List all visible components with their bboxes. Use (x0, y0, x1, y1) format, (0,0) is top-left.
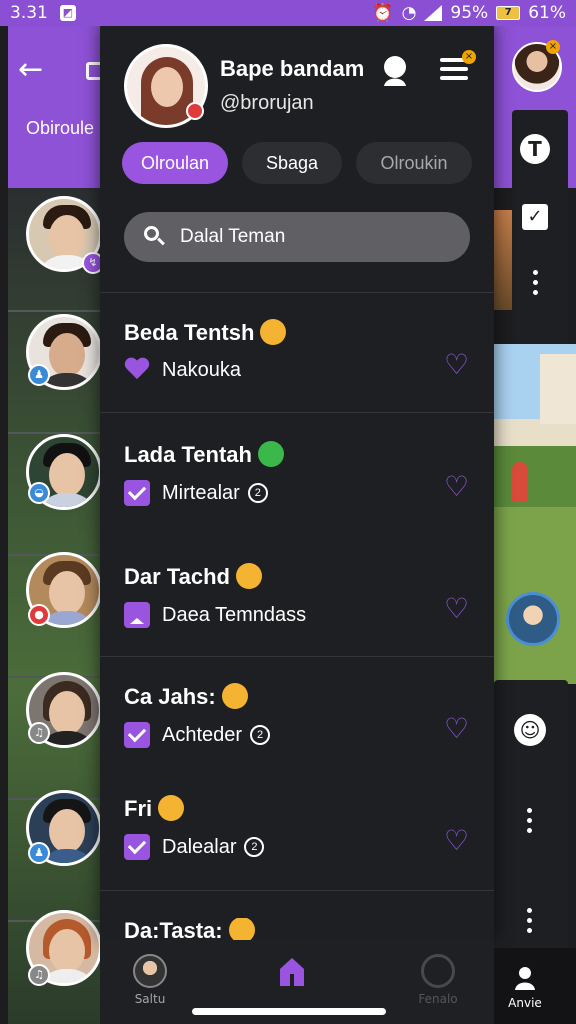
checkbox-icon[interactable] (124, 834, 150, 860)
emoji-icon (221, 683, 248, 710)
home-icon (280, 958, 304, 986)
more-options-icon[interactable] (527, 908, 533, 938)
contact-row[interactable]: Lada Tentah Mirtealar 2 ♡ (100, 441, 494, 562)
more-options-icon[interactable] (533, 270, 539, 300)
back-arrow-icon[interactable]: ← (18, 52, 43, 87)
favorite-heart-icon[interactable]: ♡ (444, 348, 469, 381)
online-friend-avatar[interactable] (506, 592, 560, 646)
nav-label: Fenalo (418, 992, 458, 1006)
wifi-icon: ◔ (401, 3, 417, 23)
count-badge: 2 (250, 725, 271, 745)
contact-status: Nakouka (162, 358, 241, 381)
up-arrow-icon[interactable] (124, 602, 150, 628)
nav-item-saltu[interactable]: Saltu (120, 954, 180, 1006)
status-badge-icon: ♟ (28, 842, 50, 864)
home-indicator (192, 1008, 386, 1015)
contact-name: Beda Tentsh (124, 319, 287, 347)
count-badge: 2 (247, 483, 268, 503)
status-badge-icon: ♟ (28, 364, 50, 386)
battery-percent: 95% (450, 3, 489, 23)
profile-drawer: Bape bandam @brorujan × Olroulan Sbaga O… (100, 22, 494, 940)
contact-name: Da:Tasta: (124, 918, 255, 940)
nav-item-home[interactable] (262, 954, 322, 995)
contact-row[interactable]: Fri Dalealar 2 ♡ (100, 795, 494, 916)
nav-item-fenalo[interactable]: Fenalo (408, 954, 468, 1006)
status-badge-icon: ● (28, 604, 50, 626)
text-format-icon[interactable]: T (520, 134, 550, 164)
profile-circle-icon (421, 954, 455, 988)
nav-label: Saltu (134, 992, 166, 1006)
signal-icon (424, 5, 443, 21)
status-badge-icon: ♫ (28, 722, 50, 744)
search-input[interactable] (180, 226, 440, 248)
alarm-icon: ⏰ (372, 3, 394, 23)
contact-status: Achteder (162, 723, 243, 746)
status-bar: 3.31 ◩ ⏰ ◔ 95% 7 61% (0, 0, 576, 26)
favorite-heart-icon[interactable]: ♡ (444, 824, 469, 857)
contact-row[interactable]: Ca Jahs: Achteder 2 ♡ (100, 683, 494, 804)
contact-row[interactable]: Beda Tentsh Nakouka ♡ (100, 319, 494, 440)
profile-name: Bape bandam (220, 56, 365, 81)
profile-status-badge (186, 102, 204, 120)
emoji-icon (228, 918, 255, 940)
battery-icon: 7 (496, 6, 521, 20)
contact-status: Dalealar (162, 835, 237, 858)
background-image (494, 210, 512, 310)
favorite-heart-icon[interactable]: ♡ (444, 470, 469, 503)
checkbox-icon[interactable] (124, 480, 150, 506)
contact-row[interactable]: Da:Tasta: (100, 918, 494, 940)
favorite-heart-icon[interactable]: ♡ (444, 592, 469, 625)
more-options-icon[interactable] (527, 808, 533, 838)
nav-label: Anvie (508, 996, 542, 1010)
tab-olroukin[interactable]: Olroukin (356, 142, 472, 184)
profile-handle: @brorujan (220, 92, 314, 114)
search-bar[interactable] (124, 212, 470, 262)
filter-tabs: Olroulan Sbaga Olroukin (122, 142, 472, 184)
contact-status: Mirtealar (162, 481, 240, 504)
contact-status: Daea Temndass (162, 603, 307, 626)
count-badge: 2 (244, 837, 265, 857)
emoji-icon (257, 441, 284, 468)
checkbox-icon[interactable]: ✓ (522, 204, 548, 230)
contact-name: Ca Jahs: (124, 683, 248, 711)
notification-icon: ◩ (59, 5, 76, 21)
tab-olroulan[interactable]: Olroulan (122, 142, 228, 184)
contact-name: Dar Tachd (124, 563, 262, 591)
favorite-heart-icon[interactable]: ♡ (444, 712, 469, 745)
avatar-badge-icon: × (546, 40, 560, 54)
person-icon (515, 967, 535, 990)
contact-name: Lada Tentah (124, 441, 284, 469)
emoji-icon (235, 563, 262, 590)
status-extra: 61% (528, 3, 566, 23)
search-icon (144, 226, 166, 248)
contact-name: Fri (124, 795, 185, 823)
user-icon[interactable] (380, 54, 410, 86)
status-time: 3.31 (10, 3, 48, 23)
status-badge-icon: ♫ (28, 964, 50, 986)
contact-row[interactable]: Dar Tachd Daea Temndass ♡ (100, 563, 494, 684)
status-badge-icon: ◒ (28, 482, 50, 504)
heart-filled-icon (124, 358, 150, 382)
emoji-icon (260, 319, 287, 346)
checkbox-icon[interactable] (124, 722, 150, 748)
emoji-icon[interactable]: ☺ (514, 714, 546, 746)
tab-sbaga[interactable]: Sbaga (242, 142, 342, 184)
menu-badge-icon: × (462, 50, 476, 64)
emoji-icon (158, 795, 185, 822)
right-nav-item[interactable]: Anvie (494, 948, 576, 1024)
background-tab[interactable]: Obiroule (26, 118, 94, 139)
